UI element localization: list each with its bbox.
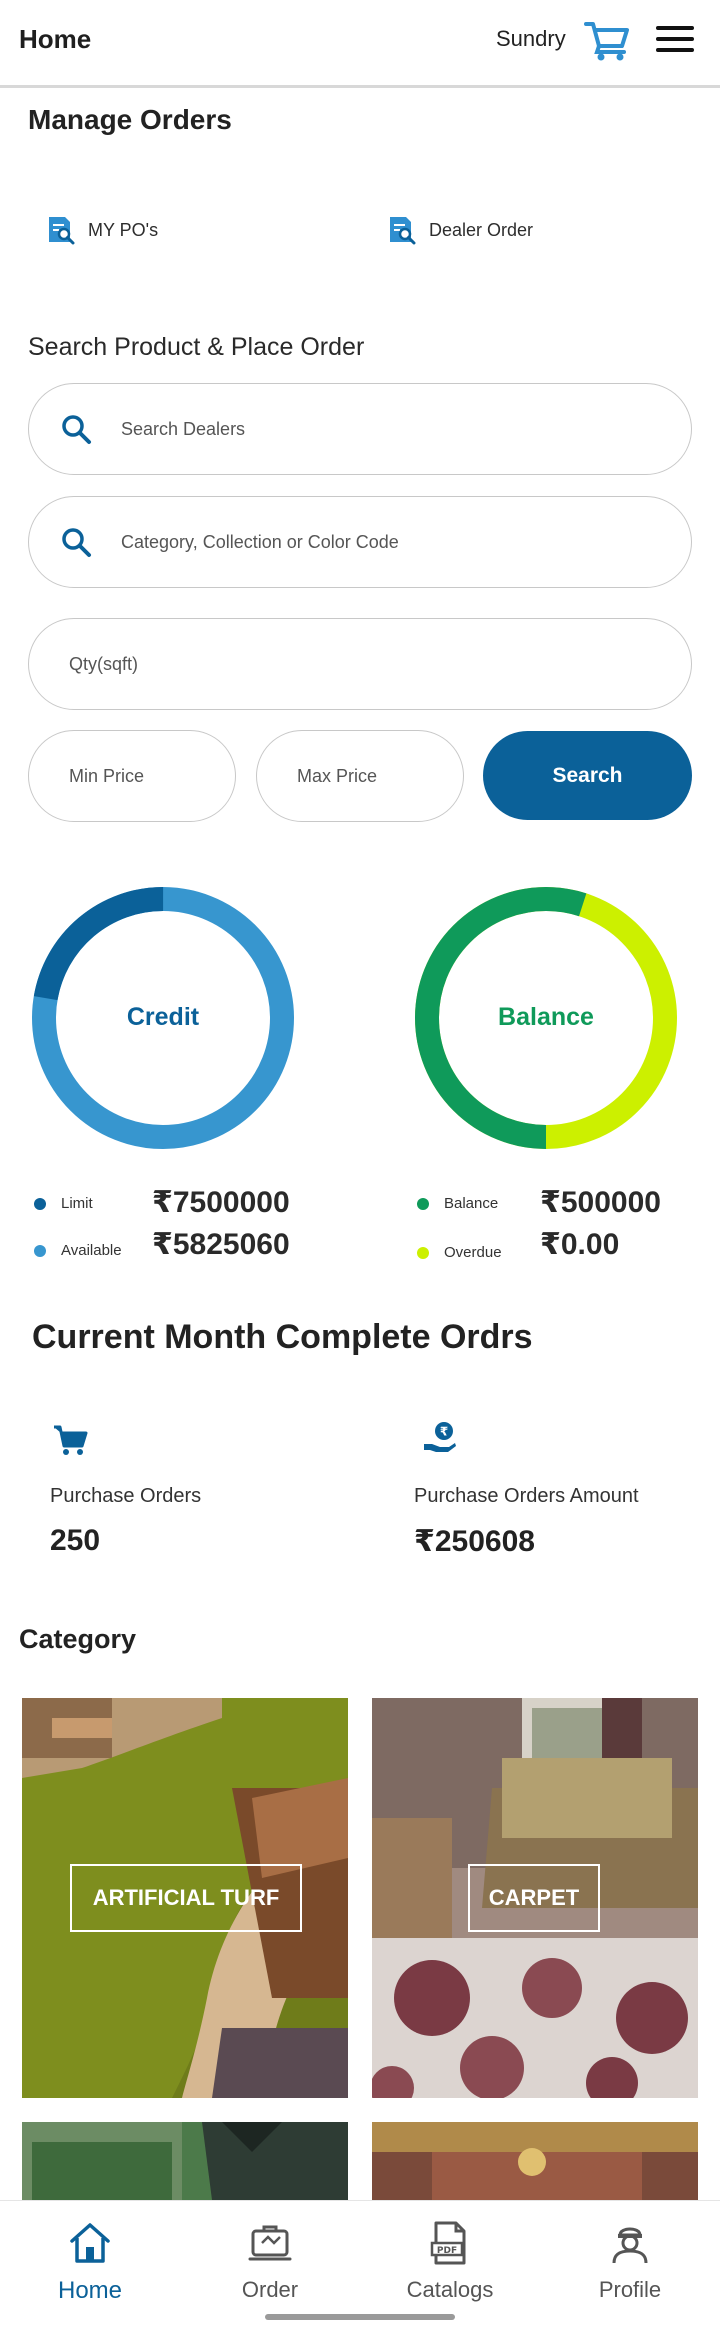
legend-overdue: Overdue bbox=[417, 1244, 502, 1261]
pdf-catalog-icon: PDF bbox=[430, 2221, 466, 2265]
legend-available: Available bbox=[34, 1242, 122, 1259]
nav-catalogs-label: Catalogs bbox=[406, 2277, 494, 2302]
category-label: ARTIFICIAL TURF bbox=[70, 1864, 302, 1932]
nav-order-label: Order bbox=[241, 2277, 299, 2302]
dealer-order-link[interactable]: Dealer Order bbox=[387, 215, 533, 245]
user-name[interactable]: Sundry bbox=[496, 26, 566, 52]
qty-placeholder: Qty(sqft) bbox=[69, 653, 139, 674]
category-tile[interactable] bbox=[22, 2122, 348, 2200]
legend-dot bbox=[417, 1246, 429, 1259]
category-search-input[interactable]: Category, Collection or Color Code bbox=[28, 496, 692, 588]
purchase-orders-amount-value: ₹250608 bbox=[414, 1525, 535, 1558]
category-tile[interactable] bbox=[372, 2122, 698, 2200]
available-label: Available bbox=[61, 1242, 122, 1259]
rupee-hand-icon: ₹ bbox=[424, 1422, 456, 1452]
min-price-input[interactable]: Min Price bbox=[28, 730, 236, 822]
manage-orders-title: Manage Orders bbox=[28, 104, 232, 135]
purchase-orders-amount-label: Purchase Orders Amount bbox=[414, 1485, 639, 1507]
cart-icon[interactable] bbox=[584, 18, 630, 62]
search-icon bbox=[62, 528, 91, 557]
max-price-input[interactable]: Max Price bbox=[256, 730, 464, 822]
document-search-icon bbox=[390, 217, 416, 245]
dealer-order-label: Dealer Order bbox=[429, 219, 534, 240]
app-bar: Home Sundry bbox=[0, 0, 720, 88]
nav-order[interactable]: Order bbox=[180, 2201, 360, 2327]
category-title: Category bbox=[19, 1624, 137, 1654]
category-tile-artificial-turf[interactable]: ARTIFICIAL TURF bbox=[22, 1698, 348, 2098]
order-icon bbox=[248, 2225, 292, 2261]
overdue-label: Overdue bbox=[444, 1244, 502, 1261]
qty-input[interactable]: Qty(sqft) bbox=[28, 618, 692, 710]
svg-text:₹: ₹ bbox=[440, 1425, 448, 1439]
nav-catalogs[interactable]: PDF Catalogs bbox=[360, 2201, 540, 2327]
category-tile-carpet[interactable]: CARPET bbox=[372, 1698, 698, 2098]
category-search-placeholder: Category, Collection or Color Code bbox=[121, 531, 399, 552]
purchase-orders-label: Purchase Orders bbox=[50, 1485, 202, 1507]
hamburger-menu-icon[interactable] bbox=[656, 26, 694, 56]
legend-dot bbox=[34, 1244, 46, 1257]
bottom-navigation: Home Order PDF Catalogs Profile bbox=[0, 2200, 720, 2327]
min-price-placeholder: Min Price bbox=[69, 765, 145, 786]
credit-label: Credit bbox=[126, 1003, 200, 1031]
nav-profile-label: Profile bbox=[598, 2277, 662, 2302]
nav-home[interactable]: Home bbox=[0, 2201, 180, 2327]
nav-profile[interactable]: Profile bbox=[540, 2201, 720, 2327]
search-heading: Search Product & Place Order bbox=[28, 333, 365, 361]
svg-text:PDF: PDF bbox=[437, 2246, 457, 2256]
my-pos-link[interactable]: MY PO's bbox=[46, 215, 158, 245]
profile-icon bbox=[612, 2227, 648, 2264]
legend-limit: Limit bbox=[34, 1195, 93, 1212]
home-indicator bbox=[265, 2314, 455, 2320]
limit-value: ₹7500000 bbox=[152, 1186, 290, 1219]
limit-label: Limit bbox=[61, 1195, 93, 1212]
nav-home-label: Home bbox=[57, 2277, 123, 2304]
balance-value: ₹500000 bbox=[540, 1186, 661, 1219]
category-label: CARPET bbox=[468, 1864, 600, 1932]
cart-icon bbox=[54, 1425, 88, 1455]
category-image bbox=[372, 2122, 698, 2200]
legend-balance: Balance bbox=[417, 1195, 498, 1212]
purchase-orders-value: 250 bbox=[50, 1524, 101, 1557]
current-month-title: Current Month Complete Ordrs bbox=[32, 1318, 533, 1356]
document-search-icon bbox=[49, 217, 75, 245]
balance-legend-label: Balance bbox=[444, 1195, 499, 1212]
balance-label: Balance bbox=[498, 1003, 594, 1031]
available-value: ₹5825060 bbox=[152, 1228, 290, 1261]
overdue-value: ₹0.00 bbox=[540, 1228, 620, 1261]
category-image bbox=[22, 2122, 348, 2200]
page-title: Home bbox=[19, 24, 92, 54]
search-button[interactable]: Search bbox=[483, 731, 692, 820]
my-pos-label: MY PO's bbox=[88, 219, 159, 240]
search-dealers-placeholder: Search Dealers bbox=[121, 418, 246, 439]
legend-dot bbox=[34, 1197, 46, 1210]
search-icon bbox=[62, 415, 91, 444]
legend-dot bbox=[417, 1197, 429, 1210]
max-price-placeholder: Max Price bbox=[297, 765, 378, 786]
home-icon bbox=[70, 2223, 110, 2263]
search-dealers-input[interactable]: Search Dealers bbox=[28, 383, 692, 475]
